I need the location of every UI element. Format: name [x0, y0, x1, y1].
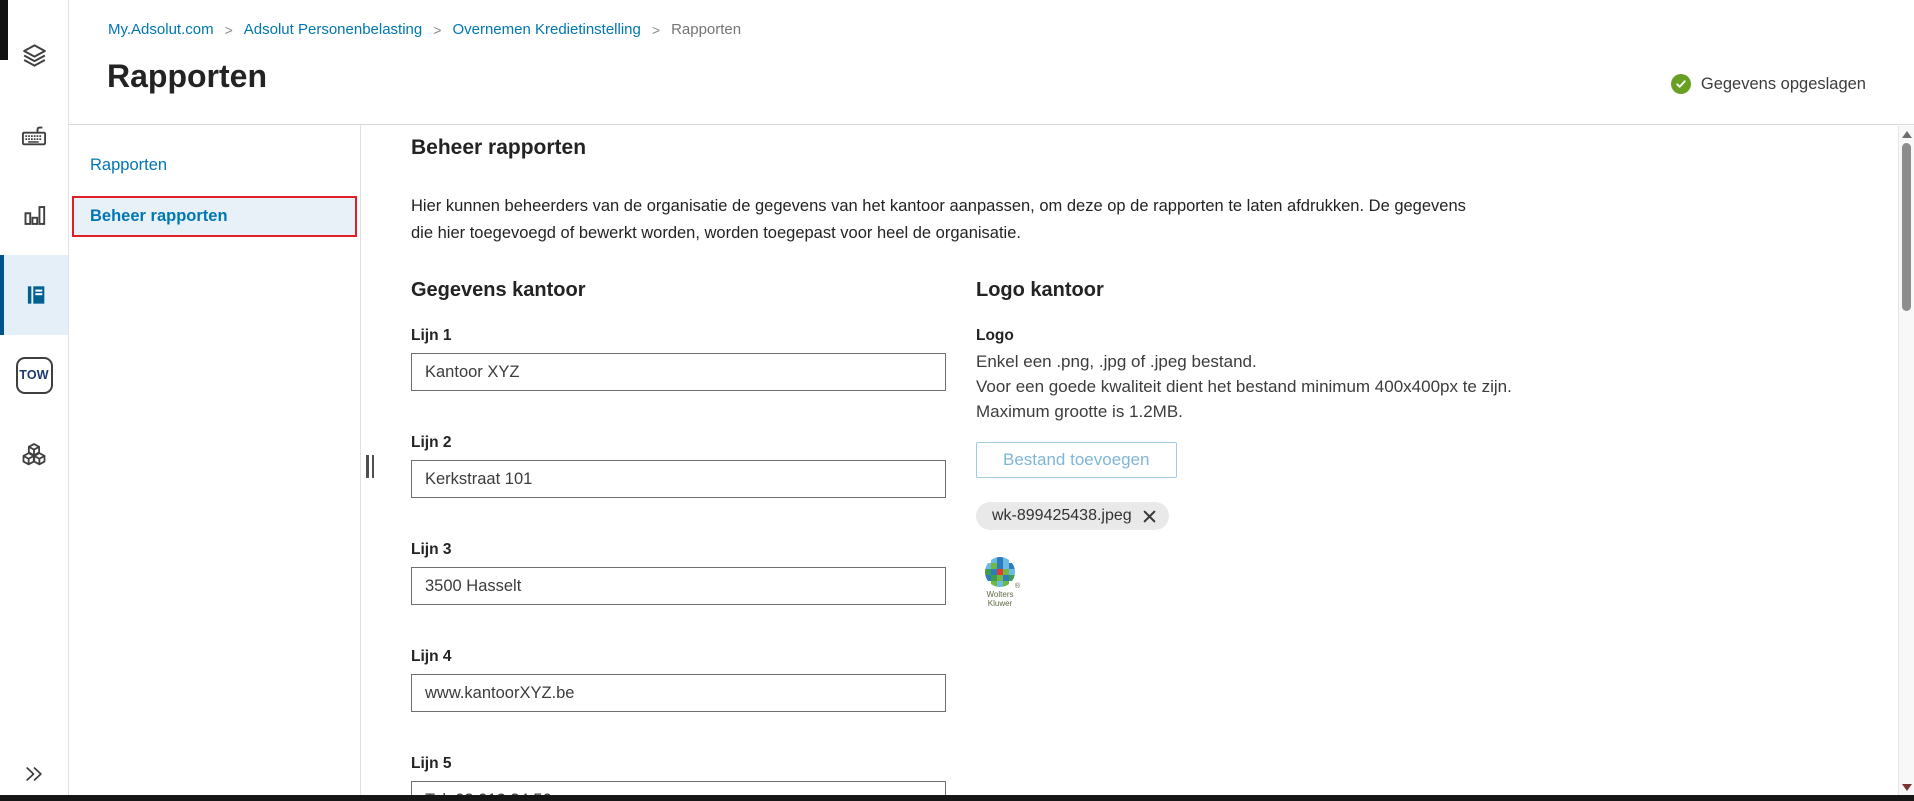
page-header: My.Adsolut.com > Adsolut Personenbelasti…: [69, 0, 1914, 125]
scrollbar-thumb[interactable]: [1902, 143, 1911, 311]
check-circle-icon: [1671, 74, 1691, 94]
field-lijn-4: Lijn 4: [411, 647, 946, 712]
window-corner-strip: [0, 0, 8, 60]
lijn-4-label: Lijn 4: [411, 647, 946, 666]
breadcrumb-current: Rapporten: [671, 21, 741, 38]
logo-caption: Wolters Kluwer: [976, 590, 1024, 608]
double-chevron-right-icon: [23, 763, 45, 785]
add-file-button[interactable]: Bestand toevoegen: [976, 442, 1177, 478]
report-book-icon: [23, 282, 49, 308]
uploaded-file-chip[interactable]: wk-899425438.jpeg: [976, 502, 1169, 530]
main-content: Beheer rapporten Hier kunnen beheerders …: [361, 125, 1914, 801]
save-status-label: Gegevens opgeslagen: [1701, 75, 1866, 94]
breadcrumb-link-personenbelasting[interactable]: Adsolut Personenbelasting: [244, 21, 422, 38]
lijn-1-label: Lijn 1: [411, 326, 946, 345]
panel-resize-handle[interactable]: [366, 455, 374, 478]
content-description: Hier kunnen beheerders van de organisati…: [411, 193, 1476, 247]
page-title: Rapporten: [107, 56, 267, 96]
field-lijn-3: Lijn 3: [411, 540, 946, 605]
registered-trademark: ®: [1015, 583, 1020, 590]
lijn-4-input[interactable]: [411, 674, 946, 712]
logo-section-title: Logo kantoor: [976, 278, 1571, 302]
sidebar-item-tow[interactable]: TOW: [0, 335, 68, 415]
lijn-2-label: Lijn 2: [411, 433, 946, 452]
logo-preview: ® Wolters Kluwer: [976, 557, 1024, 608]
scroll-down-arrow-icon[interactable]: [1902, 784, 1912, 791]
office-data-section: Gegevens kantoor Lijn 1 Lijn 2 Lijn 3: [411, 278, 946, 801]
remove-file-icon[interactable]: [1143, 510, 1156, 523]
reports-subnav: Rapporten Beheer rapporten: [69, 125, 361, 801]
breadcrumb-link-home[interactable]: My.Adsolut.com: [108, 21, 214, 38]
vertical-scrollbar[interactable]: [1898, 126, 1914, 795]
scroll-up-arrow-icon[interactable]: [1902, 131, 1912, 138]
cubes-icon: [20, 441, 48, 469]
logo-hint-filetypes: Enkel een .png, .jpg of .jpeg bestand.: [976, 349, 1571, 374]
lijn-3-input[interactable]: [411, 567, 946, 605]
breadcrumb-separator-icon: >: [225, 22, 233, 38]
sidebar-item-statistics[interactable]: [0, 175, 68, 255]
sidebar-item-keyboard[interactable]: [0, 95, 68, 175]
subnav-item-beheer-rapporten[interactable]: Beheer rapporten: [72, 196, 357, 237]
sidebar-item-reports[interactable]: [0, 255, 68, 335]
tow-icon: TOW: [16, 357, 53, 394]
office-section-title: Gegevens kantoor: [411, 278, 946, 302]
layers-icon: [21, 42, 48, 69]
icon-sidebar: TOW: [0, 0, 69, 801]
uploaded-file-name: wk-899425438.jpeg: [992, 507, 1132, 525]
wolters-kluwer-logo-image: [985, 557, 1015, 587]
field-lijn-1: Lijn 1: [411, 326, 946, 391]
breadcrumb: My.Adsolut.com > Adsolut Personenbelasti…: [108, 21, 741, 38]
logo-section: Logo kantoor Logo Enkel een .png, .jpg o…: [976, 278, 1571, 801]
sidebar-expand-button[interactable]: [0, 763, 68, 785]
content-heading: Beheer rapporten: [411, 135, 1914, 160]
save-status: Gegevens opgeslagen: [1671, 74, 1866, 94]
field-lijn-2: Lijn 2: [411, 433, 946, 498]
app-window: TOW My.Adsolut.com: [0, 0, 1914, 801]
logo-caption-line2: Kluwer: [976, 599, 1024, 608]
logo-caption-line1: Wolters: [976, 590, 1024, 599]
logo-label: Logo: [976, 326, 1571, 345]
field-lijn-5: Lijn 5: [411, 754, 946, 801]
sidebar-item-modules[interactable]: [0, 415, 68, 495]
breadcrumb-link-kredietinstelling[interactable]: Overnemen Kredietinstelling: [452, 21, 640, 38]
breadcrumb-separator-icon: >: [652, 22, 660, 38]
lijn-1-input[interactable]: [411, 353, 946, 391]
lijn-2-input[interactable]: [411, 460, 946, 498]
sidebar-item-layers[interactable]: [0, 15, 68, 95]
lijn-5-label: Lijn 5: [411, 754, 946, 773]
window-bottom-edge: [0, 795, 1914, 801]
logo-hint-quality: Voor een goede kwaliteit dient het besta…: [976, 374, 1571, 424]
keyboard-icon: [20, 121, 48, 149]
subnav-item-rapporten[interactable]: Rapporten: [69, 150, 360, 181]
lijn-3-label: Lijn 3: [411, 540, 946, 559]
bar-chart-icon: [21, 202, 48, 229]
breadcrumb-separator-icon: >: [433, 22, 441, 38]
